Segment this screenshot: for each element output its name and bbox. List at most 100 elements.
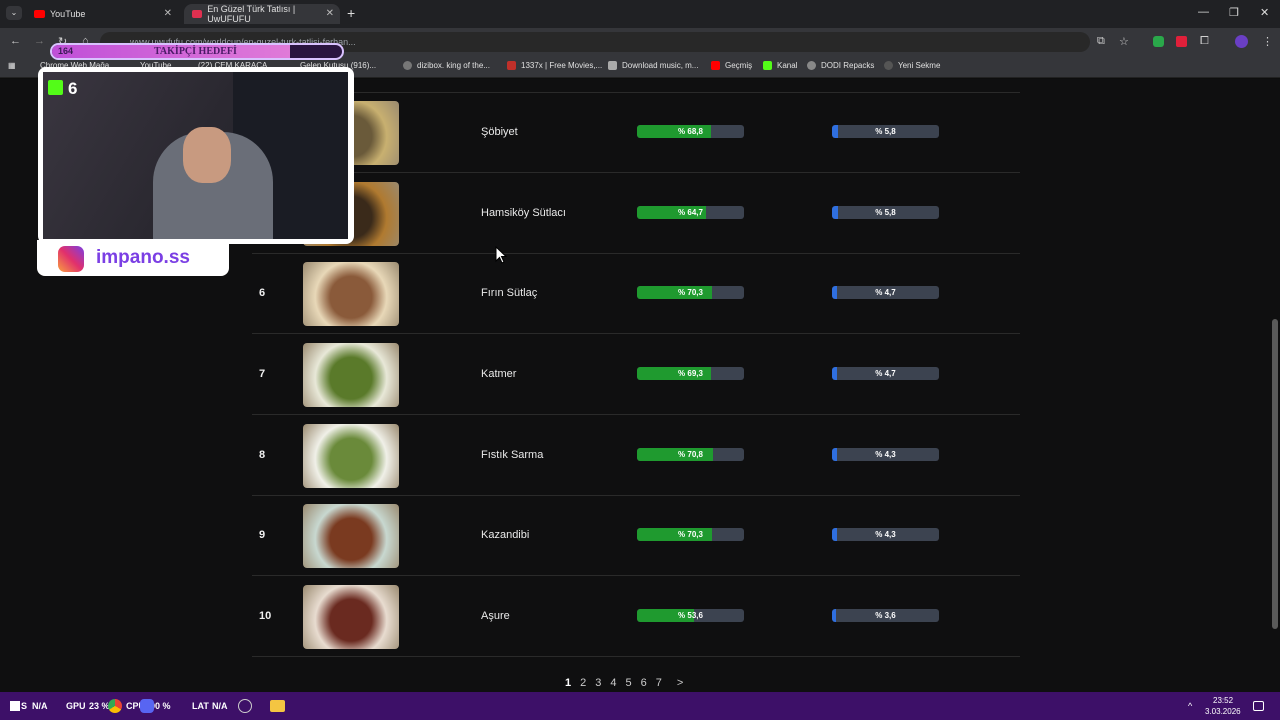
dessert-thumbnail[interactable] xyxy=(303,343,399,407)
page-link-6[interactable]: 6 xyxy=(641,677,647,689)
table-row: 10 Aşure % 53,6 % 3,6 xyxy=(252,577,1020,657)
start-icon[interactable] xyxy=(10,701,20,711)
table-row: Şöbiyet % 68,8 % 5,8 xyxy=(252,93,1020,173)
follower-goal-count: 164 xyxy=(58,46,74,56)
notification-icon[interactable] xyxy=(1253,701,1264,711)
taskbar-label: 23 % xyxy=(89,701,110,711)
taskbar-label: LAT xyxy=(192,701,209,711)
tray-chevron-icon[interactable]: ^ xyxy=(1188,701,1192,711)
bookmark-item[interactable]: Kanal xyxy=(763,61,797,70)
windows-taskbar: S N/A GPU 23 % CPU 00 % LAT N/A ^ 23:52 … xyxy=(0,692,1280,720)
kick-viewer-count: 6 xyxy=(68,79,78,98)
next-page-button[interactable]: > xyxy=(677,677,683,689)
win-rate-bar: % 70,8 xyxy=(637,448,744,461)
dessert-name: Aşure xyxy=(481,610,510,622)
win-rate-bar: % 53,6 xyxy=(637,609,744,622)
page-scrollbar[interactable] xyxy=(1270,79,1280,692)
discord-taskbar-icon[interactable] xyxy=(140,699,154,713)
kick-icon xyxy=(763,61,772,70)
championship-rate-bar: % 4,3 xyxy=(832,448,939,461)
championship-rate-label: % 4,3 xyxy=(875,450,896,459)
table-row: 8 Fıstık Sarma % 70,8 % 4,3 xyxy=(252,416,1020,496)
win-rate-label: % 53,6 xyxy=(678,611,703,620)
tab-search-button[interactable]: ⌄ xyxy=(6,6,22,20)
dessert-thumbnail[interactable] xyxy=(303,504,399,568)
championship-rate-bar: % 3,6 xyxy=(832,609,939,622)
extensions-puzzle-icon[interactable]: ⧠ xyxy=(1200,35,1209,48)
table-row: 7 Katmer % 69,3 % 4,7 xyxy=(252,335,1020,415)
page-link-5[interactable]: 5 xyxy=(626,677,632,689)
translate-icon[interactable]: ⧉ xyxy=(1097,35,1105,48)
win-rate-bar: % 70,3 xyxy=(637,286,744,299)
tab-uwufufu[interactable]: En Güzel Türk Tatlısı | UwUFUFU ✕ xyxy=(184,4,340,24)
bookmark-item[interactable]: dizibox. king of the... xyxy=(403,61,490,70)
win-rate-label: % 64,7 xyxy=(678,208,703,217)
close-window-button[interactable]: ✕ xyxy=(1260,6,1269,19)
youtube-icon xyxy=(34,10,45,18)
bookmark-star-icon[interactable]: ☆ xyxy=(1119,35,1129,48)
steam-taskbar-icon[interactable] xyxy=(238,699,252,713)
profile-avatar[interactable] xyxy=(1235,35,1248,48)
apps-grid-icon[interactable]: ▦ xyxy=(8,61,16,70)
close-tab-icon[interactable]: ✕ xyxy=(164,8,172,19)
follower-goal-label: TAKİPÇİ HEDEFİ xyxy=(154,46,237,57)
bookmark-item[interactable]: Geçmiş xyxy=(711,61,752,70)
rank-number: 8 xyxy=(259,449,266,461)
back-icon[interactable]: ← xyxy=(10,35,21,47)
forward-icon[interactable]: → xyxy=(34,35,45,47)
championship-rate-bar: % 4,7 xyxy=(832,367,939,380)
kick-logo-icon xyxy=(48,80,63,95)
scrollbar-thumb[interactable] xyxy=(1272,319,1278,629)
rank-number: 6 xyxy=(259,287,266,299)
dessert-thumbnail[interactable] xyxy=(303,585,399,649)
dessert-name: Katmer xyxy=(481,368,517,380)
championship-rate-label: % 4,7 xyxy=(875,369,896,378)
table-row: Hamsiköy Sütlacı % 64,7 % 5,8 xyxy=(252,174,1020,254)
restore-button[interactable]: ❐ xyxy=(1229,6,1239,19)
dessert-thumbnail[interactable] xyxy=(303,262,399,326)
tab-youtube[interactable]: YouTube ✕ xyxy=(26,4,178,24)
x-icon xyxy=(507,61,516,70)
dessert-name: Hamsiköy Sütlacı xyxy=(481,207,566,219)
clock-time: 23:52 xyxy=(1213,696,1234,705)
win-rate-bar: % 70,3 xyxy=(637,528,744,541)
win-rate-bar: % 69,3 xyxy=(637,367,744,380)
taskbar-label: S xyxy=(21,701,28,711)
instagram-banner: impano.ss xyxy=(37,240,229,276)
table-row: 9 Kazandibi % 70,3 % 4,3 xyxy=(252,496,1020,576)
dessert-thumbnail[interactable] xyxy=(303,424,399,488)
page-link-2[interactable]: 2 xyxy=(580,677,586,689)
bookmark-item[interactable]: Yeni Sekme xyxy=(884,61,940,70)
bookmark-item[interactable]: DODI Repacks xyxy=(807,61,874,70)
page-link-4[interactable]: 4 xyxy=(610,677,616,689)
championship-rate-label: % 5,8 xyxy=(875,208,896,217)
clock-date: 3.03.2026 xyxy=(1205,707,1241,716)
browser-tab-strip: ⌄ YouTube ✕ En Güzel Türk Tatlısı | UwUF… xyxy=(0,0,1280,28)
tab-title: En Güzel Türk Tatlısı | UwUFUFU xyxy=(207,4,296,24)
page-link-1[interactable]: 1 xyxy=(565,677,571,689)
win-rate-bar: % 64,7 xyxy=(637,206,744,219)
extension-n-icon[interactable] xyxy=(1176,36,1187,47)
win-rate-label: % 70,3 xyxy=(678,288,703,297)
page-link-7[interactable]: 7 xyxy=(656,677,662,689)
bookmark-item[interactable]: Download music, m... xyxy=(608,61,698,70)
follower-goal-bar: 164 TAKİPÇİ HEDEFİ xyxy=(50,43,344,60)
championship-rate-bar: % 5,8 xyxy=(832,206,939,219)
chrome-taskbar-icon[interactable] xyxy=(108,699,122,713)
championship-rate-bar: % 4,7 xyxy=(832,286,939,299)
extension-shield-icon[interactable] xyxy=(1153,36,1164,47)
new-tab-button[interactable]: + xyxy=(347,5,355,21)
bookmark-item[interactable]: 1337x | Free Movies,... xyxy=(507,61,602,70)
instagram-handle: impano.ss xyxy=(96,247,190,268)
globe-icon xyxy=(807,61,816,70)
menu-kebab-icon[interactable]: ⋮ xyxy=(1262,35,1273,48)
youtube-icon xyxy=(711,61,720,70)
minimize-button[interactable]: — xyxy=(1198,6,1209,18)
webcam-feed xyxy=(43,72,348,239)
win-rate-label: % 70,3 xyxy=(678,530,703,539)
globe-icon xyxy=(403,61,412,70)
explorer-taskbar-icon[interactable] xyxy=(270,700,285,712)
close-tab-icon[interactable]: ✕ xyxy=(326,8,334,19)
page-link-3[interactable]: 3 xyxy=(595,677,601,689)
pagination: 1 2 3 4 5 6 7 > xyxy=(565,677,692,689)
